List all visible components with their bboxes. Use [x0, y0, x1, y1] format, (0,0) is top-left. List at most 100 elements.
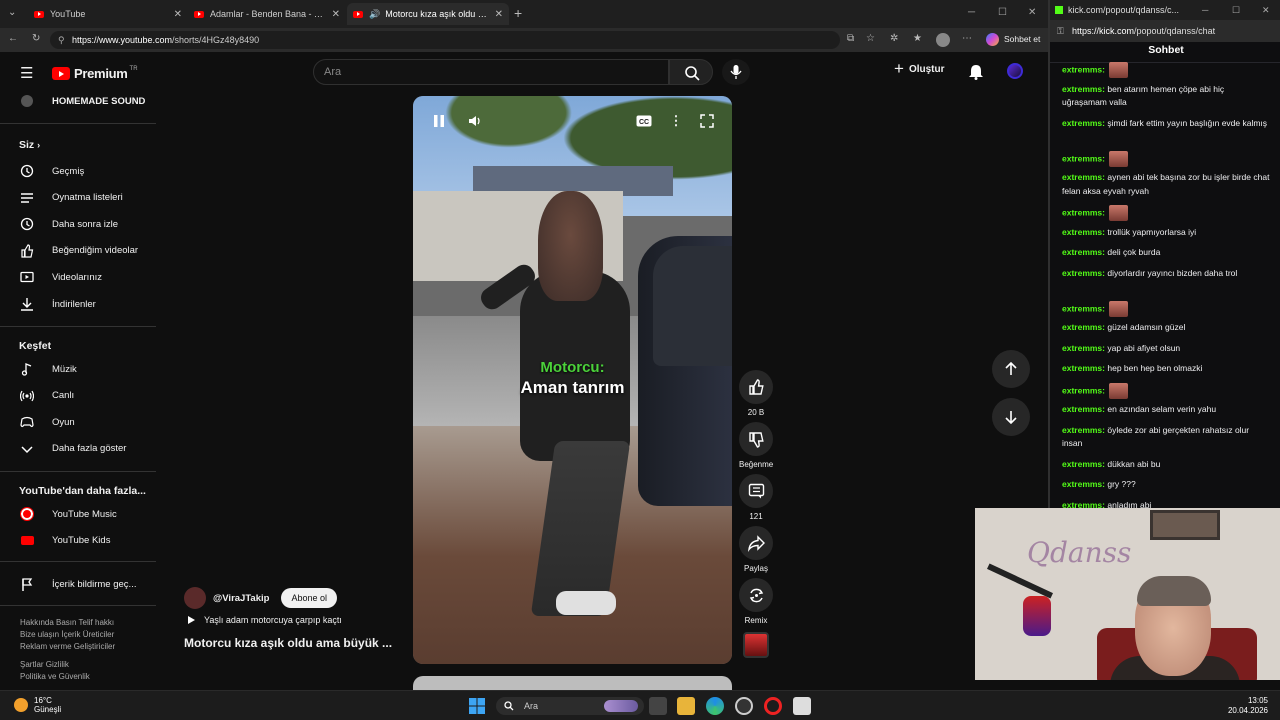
sidebar-item-you-0[interactable]: Geçmiş [20, 162, 84, 180]
sidebar-item-explore-0[interactable]: Müzik [20, 360, 77, 378]
short-video-player[interactable]: Motorcu: Aman tanrım CC ⋮ [413, 96, 732, 664]
notifications-bell-icon[interactable] [968, 63, 984, 80]
extensions-icon[interactable]: ✲ [890, 33, 898, 44]
dislike-button[interactable]: Beğenme [739, 422, 773, 469]
sidebar-item-explore-2[interactable]: Oyun [20, 413, 75, 431]
chat-username[interactable]: extremms: [1062, 207, 1105, 217]
volume-button[interactable] [466, 112, 484, 130]
install-app-icon[interactable]: ⧉ [847, 33, 854, 44]
captions-button[interactable]: CC [635, 112, 653, 130]
sidebar-item-you-3[interactable]: Beğendiğim videolar [20, 242, 138, 260]
file-explorer-icon[interactable] [677, 697, 695, 715]
chat-username[interactable]: extremms: [1062, 227, 1105, 237]
tab-youtube[interactable]: YouTube ✕ [28, 3, 188, 25]
profile-avatar[interactable] [936, 33, 950, 47]
sidebar-item-report-history[interactable]: İçerik bildirme geç... [20, 575, 136, 593]
site-info-icon[interactable]: ⚲ [58, 31, 65, 49]
maximize-icon[interactable]: ☐ [1232, 0, 1240, 20]
search-button[interactable] [669, 59, 713, 85]
chat-action-button[interactable]: Sohbet et [1004, 34, 1040, 44]
sidebar-you-header[interactable]: Siz › [19, 139, 40, 151]
remix-button[interactable]: Remix [739, 578, 773, 625]
edge-browser-icon[interactable] [706, 697, 724, 715]
reload-icon[interactable]: ↻ [32, 33, 40, 44]
opera-browser-icon[interactable] [764, 697, 782, 715]
create-button[interactable]: + Oluştur [894, 60, 945, 77]
hamburger-menu-icon[interactable]: ☰ [20, 64, 33, 82]
app-icon[interactable] [793, 697, 811, 715]
minimize-icon[interactable]: ─ [968, 7, 975, 18]
chat-username[interactable]: extremms: [1062, 479, 1105, 489]
chat-username[interactable]: extremms: [1062, 268, 1105, 278]
share-button[interactable]: Paylaş [739, 526, 773, 573]
chat-username[interactable]: extremms: [1062, 247, 1105, 257]
maximize-icon[interactable]: ☐ [998, 7, 1007, 18]
search-input[interactable]: Ara [313, 59, 669, 85]
sidebar-item-explore-3[interactable]: Daha fazla göster [20, 440, 126, 458]
obs-studio-icon[interactable] [735, 697, 753, 715]
sidebar-item-youtube-kids[interactable]: YouTube Kids [20, 531, 110, 549]
audio-playing-icon[interactable]: 🔊 [369, 9, 380, 20]
close-window-icon[interactable]: ✕ [1028, 7, 1036, 18]
sidebar-item-youtube-music[interactable]: YouTube Music [20, 505, 117, 523]
tab-motorcu[interactable]: 🔊 Motorcu kıza aşık oldu ama b ✕ [347, 3, 509, 25]
task-view-icon[interactable] [649, 697, 667, 715]
chat-username[interactable]: extremms: [1062, 363, 1105, 373]
sidebar-item-you-2[interactable]: Daha sonra izle [20, 215, 118, 233]
weather-widget[interactable]: 16°C Güneşli [14, 696, 61, 714]
sidebar-item-you-5[interactable]: İndirilenler [20, 295, 96, 313]
favorite-star-icon[interactable]: ☆ [866, 33, 875, 44]
taskbar-search[interactable]: Ara [496, 697, 644, 715]
chat-username[interactable]: extremms: [1062, 343, 1105, 353]
voice-search-button[interactable] [722, 59, 750, 85]
chat-username[interactable]: extremms: [1062, 172, 1105, 182]
sidebar-item-explore-1[interactable]: Canlı [20, 387, 74, 405]
tab-adamlar[interactable]: Adamlar - Benden Bana - YouTube ✕ [188, 3, 346, 25]
comment-button[interactable]: 121 [739, 474, 773, 521]
chat-username[interactable]: extremms: [1062, 64, 1105, 74]
short-title[interactable]: Motorcu kıza aşık oldu ama büyük ... [184, 636, 406, 650]
chat-username[interactable]: extremms: [1062, 459, 1105, 469]
sidebar-item-you-1[interactable]: Oynatma listeleri [20, 189, 123, 207]
fullscreen-button[interactable] [698, 112, 716, 130]
chat-username[interactable]: extremms: [1062, 118, 1105, 128]
pause-button[interactable] [430, 112, 448, 130]
audio-thumbnail[interactable] [743, 632, 769, 658]
chat-username[interactable]: extremms: [1062, 322, 1105, 332]
next-short-preview[interactable] [413, 676, 732, 690]
new-tab-icon[interactable]: + [514, 5, 522, 21]
back-icon[interactable]: ← [8, 33, 18, 44]
minimize-icon[interactable]: ─ [1202, 0, 1208, 20]
favorites-icon[interactable]: ★ [913, 33, 922, 44]
windows-start-icon[interactable] [468, 697, 486, 715]
chat-username[interactable]: extremms: [1062, 84, 1105, 94]
system-clock[interactable]: 13:05 20.04.2026 [1228, 696, 1268, 716]
channel-avatar[interactable] [184, 587, 206, 609]
sidebar-item-you-4[interactable]: Videolarınız [20, 268, 102, 286]
close-tab-icon[interactable]: ✕ [174, 9, 182, 20]
account-avatar[interactable] [1007, 63, 1023, 79]
more-options-icon[interactable]: ⋮ [667, 112, 685, 130]
youtube-premium-logo[interactable]: Premium TR [52, 66, 138, 81]
chat-username[interactable]: extremms: [1062, 404, 1105, 414]
kick-url-field[interactable]: ⚿ https://kick.com/popout/qdanss/chat [1050, 20, 1280, 42]
chat-username[interactable]: extremms: [1062, 303, 1105, 313]
sidebar-item-homemade-sound[interactable]: HOMEMADE SOUND [20, 92, 145, 110]
tab-menu-icon[interactable]: ⌄ [8, 7, 16, 18]
chat-username[interactable]: extremms: [1062, 425, 1105, 435]
footer-links[interactable]: Hakkında Basın Telif hakkı Bize ulaşın İ… [20, 617, 115, 683]
previous-short-button[interactable] [992, 350, 1030, 388]
like-button[interactable]: 20 B [739, 370, 773, 417]
kick-tab[interactable]: kick.com/popout/qdanss/c... ─ ☐ ✕ [1050, 0, 1280, 20]
next-short-button[interactable] [992, 398, 1030, 436]
close-tab-icon[interactable]: ✕ [332, 9, 340, 20]
chat-username[interactable]: extremms: [1062, 153, 1105, 163]
channel-name[interactable]: @ViraJTakip [213, 593, 269, 604]
copilot-icon[interactable] [986, 33, 999, 46]
close-tab-icon[interactable]: ✕ [495, 9, 503, 20]
audio-track-link[interactable]: Yaşlı adam motorcuya çarpıp kaçtı [187, 615, 342, 625]
close-window-icon[interactable]: ✕ [1262, 0, 1270, 20]
chat-username[interactable]: extremms: [1062, 385, 1105, 395]
more-menu-icon[interactable]: ⋯ [962, 33, 972, 44]
subscribe-button[interactable]: Abone ol [281, 588, 337, 608]
